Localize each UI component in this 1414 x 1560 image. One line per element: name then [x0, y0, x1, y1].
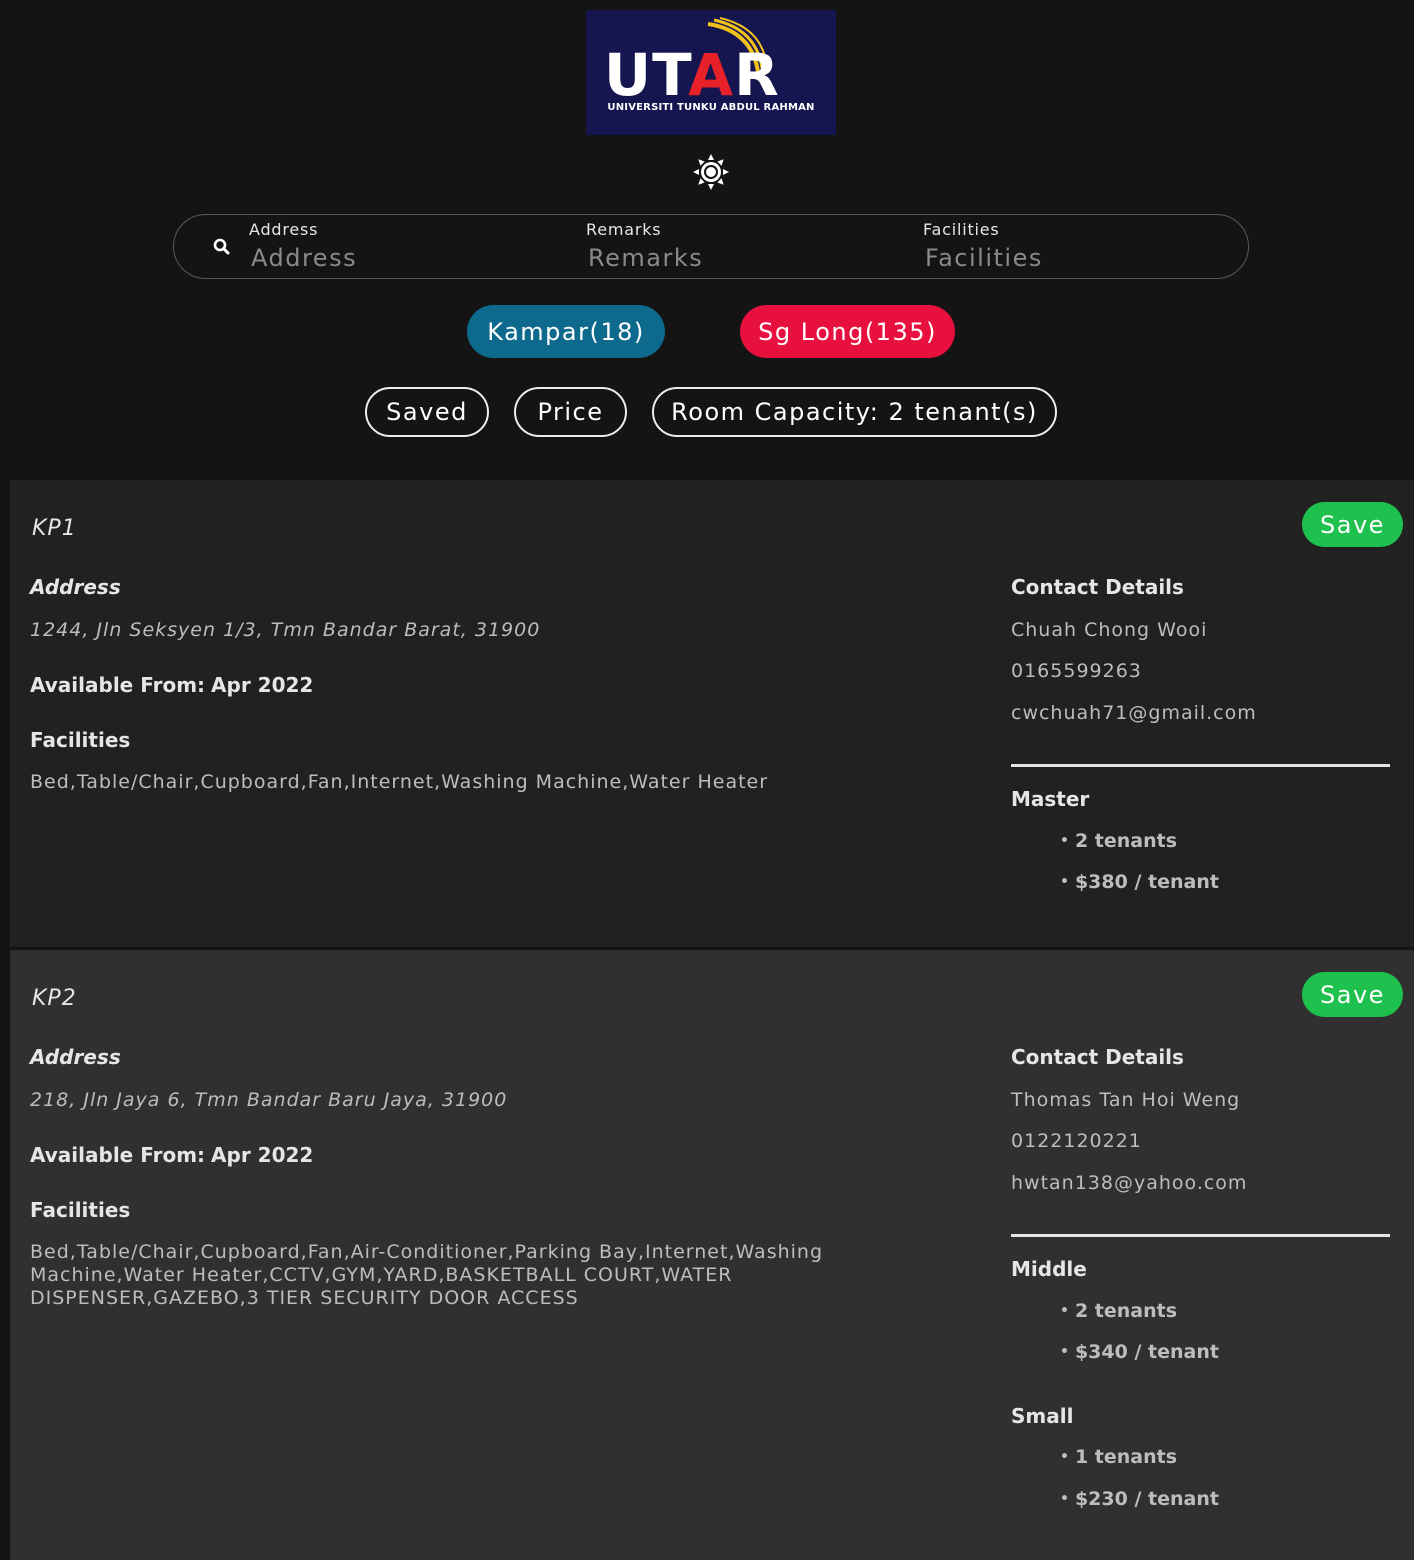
room-price: • $380 / tenant — [1060, 871, 1219, 893]
available-from-value: Apr 2022 — [211, 1143, 314, 1167]
facilities-text: Bed,Table/Chair,Cupboard,Fan,Internet,Wa… — [30, 771, 769, 793]
divider — [1011, 764, 1390, 767]
address-heading: Address — [30, 575, 121, 599]
sun-icon — [693, 154, 729, 190]
filter-price-button[interactable]: Price — [514, 387, 627, 437]
utar-logo: UTAR UNIVERSITI TUNKU ABDUL RAHMAN — [586, 10, 836, 135]
address-field: Address — [249, 220, 551, 275]
listing-title: KP2 — [32, 986, 77, 1011]
facilities-heading: Facilities — [30, 728, 131, 752]
facilities-text: Bed,Table/Chair,Cupboard,Fan,Air-Conditi… — [30, 1241, 824, 1309]
facilities-label: Facilities — [923, 220, 1000, 239]
contact-heading: Contact Details — [1011, 575, 1184, 599]
available-from: Available From: Apr 2022 — [30, 673, 313, 697]
facilities-heading: Facilities — [30, 1198, 131, 1222]
room-type: Middle — [1011, 1257, 1087, 1281]
facilities-field: Facilities — [923, 220, 1225, 275]
filter-room-capacity-button[interactable]: Room Capacity: 2 tenant(s) — [652, 387, 1057, 437]
filter-saved-button[interactable]: Saved — [365, 387, 489, 437]
search-bar: Address Remarks Facilities — [173, 214, 1249, 279]
room-tenants: • 2 tenants — [1060, 1300, 1178, 1322]
remarks-field: Remarks — [586, 220, 888, 275]
address-text: 218, Jln Jaya 6, Tmn Bandar Baru Jaya, 3… — [30, 1089, 508, 1111]
contact-name: Thomas Tan Hoi Weng — [1011, 1089, 1241, 1111]
contact-email: cwchuah71@gmail.com — [1011, 702, 1257, 724]
room-tenants: • 2 tenants — [1060, 830, 1178, 852]
logo-wordmark: UTAR — [604, 41, 780, 109]
room-type: Small — [1011, 1404, 1074, 1428]
available-from-value: Apr 2022 — [211, 673, 314, 697]
listing-card: KP1 Save Address 1244, Jln Seksyen 1/3, … — [10, 480, 1414, 947]
divider — [1011, 1234, 1390, 1237]
address-input[interactable] — [251, 241, 551, 275]
room-tenants: • 1 tenants — [1060, 1446, 1178, 1468]
room-price: • $230 / tenant — [1060, 1488, 1219, 1510]
available-from: Available From: Apr 2022 — [30, 1143, 313, 1167]
location-kampar-button[interactable]: Kampar(18) — [467, 305, 665, 358]
address-label: Address — [249, 220, 319, 239]
address-text: 1244, Jln Seksyen 1/3, Tmn Bandar Barat,… — [30, 619, 541, 641]
available-from-label: Available From: — [30, 1143, 206, 1167]
listing-title: KP1 — [32, 516, 77, 541]
search-icon — [213, 238, 230, 255]
remarks-label: Remarks — [586, 220, 662, 239]
logo-subtitle: UNIVERSITI TUNKU ABDUL RAHMAN — [607, 102, 815, 113]
location-sglong-button[interactable]: Sg Long(135) — [740, 305, 955, 358]
room-price: • $340 / tenant — [1060, 1341, 1219, 1363]
address-heading: Address — [30, 1045, 121, 1069]
facilities-input[interactable] — [925, 241, 1225, 275]
contact-name: Chuah Chong Wooi — [1011, 619, 1208, 641]
contact-phone: 0165599263 — [1011, 660, 1142, 682]
contact-phone: 0122120221 — [1011, 1130, 1142, 1152]
room-type: Master — [1011, 787, 1090, 811]
listing-card: KP2 Save Address 218, Jln Jaya 6, Tmn Ba… — [10, 950, 1414, 1560]
theme-toggle-button[interactable] — [689, 150, 733, 194]
contact-heading: Contact Details — [1011, 1045, 1184, 1069]
save-button[interactable]: Save — [1302, 502, 1403, 547]
available-from-label: Available From: — [30, 673, 206, 697]
save-button[interactable]: Save — [1302, 972, 1403, 1017]
contact-email: hwtan138@yahoo.com — [1011, 1172, 1248, 1194]
remarks-input[interactable] — [588, 241, 888, 275]
